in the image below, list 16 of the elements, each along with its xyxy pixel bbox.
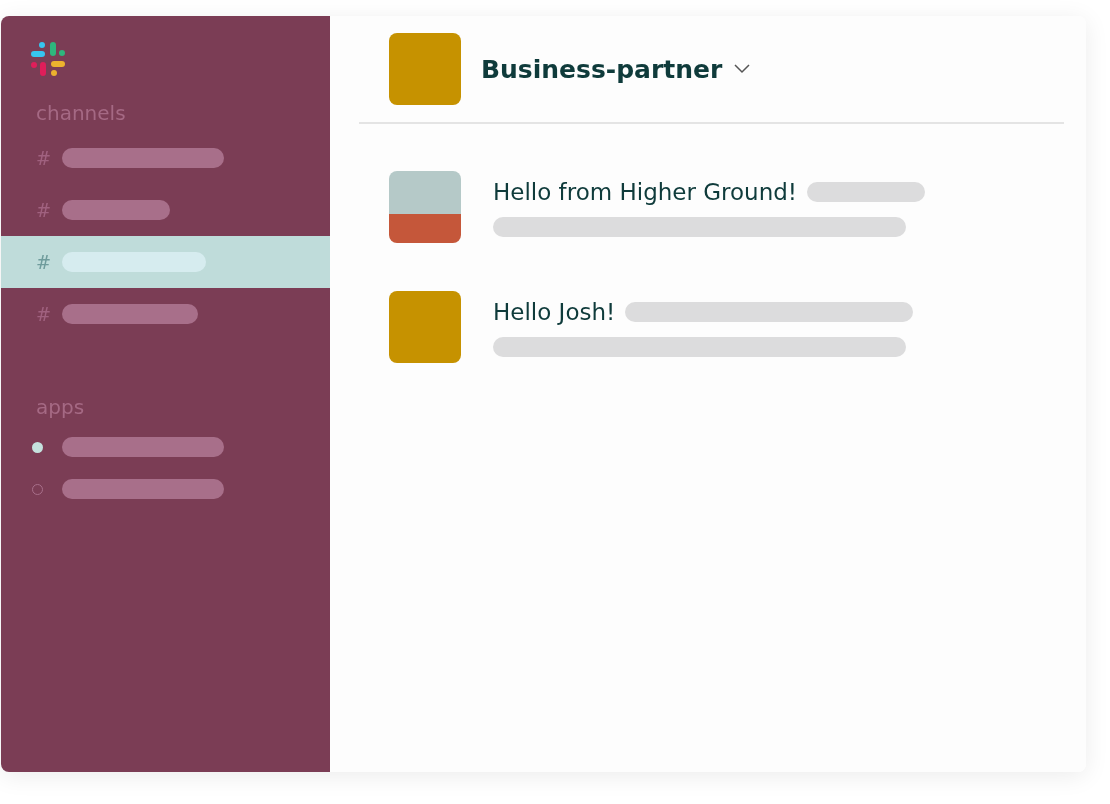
hash-sign: # bbox=[36, 147, 53, 169]
channel-item[interactable]: # bbox=[1, 184, 330, 236]
channel-avatar bbox=[389, 33, 461, 105]
caret-icon[interactable] bbox=[734, 64, 751, 74]
channel-title[interactable]: Business-partner bbox=[481, 54, 723, 84]
user-avatar bbox=[389, 291, 461, 363]
message-text: Hello from Higher Ground! bbox=[493, 179, 798, 205]
hash-sign: # bbox=[36, 251, 53, 273]
hash-sign: # bbox=[36, 199, 53, 221]
photo-placeholder bbox=[389, 171, 461, 243]
channel-item[interactable]: # bbox=[1, 236, 330, 288]
hash-sign: # bbox=[36, 303, 53, 325]
message-text: Hello Josh! bbox=[493, 299, 616, 325]
channel-item[interactable]: # bbox=[1, 132, 330, 184]
channel-item[interactable]: # bbox=[1, 288, 330, 340]
logo-icon bbox=[31, 42, 65, 76]
